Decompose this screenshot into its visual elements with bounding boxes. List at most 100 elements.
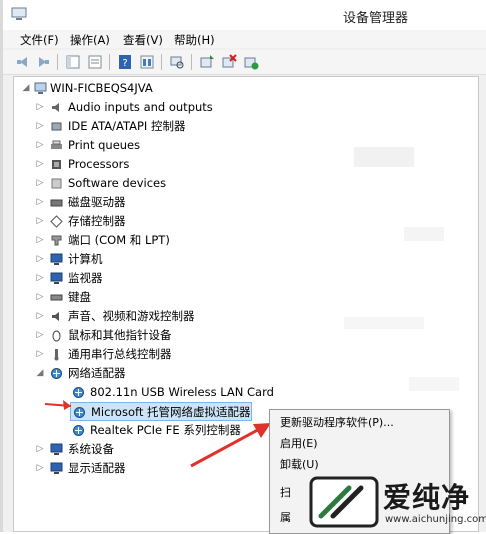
update-driver-icon[interactable]: [199, 54, 215, 70]
forward-icon[interactable]: [35, 54, 51, 70]
display-adapter-icon: [50, 462, 63, 474]
network-adapter-icon: [74, 407, 85, 418]
tree-category[interactable]: ▷ 磁盘驱动器: [36, 193, 296, 211]
tree-category-label: 存储控制器: [68, 214, 126, 228]
expand-arrow-icon[interactable]: ▷: [36, 269, 44, 287]
red-arrow-icon: [190, 423, 271, 468]
toolbar-separator: [191, 54, 192, 70]
expand-arrow-icon[interactable]: ▷: [36, 212, 44, 230]
expand-arrow-icon[interactable]: ▷: [36, 174, 44, 192]
tree-category-label: 磁盘驱动器: [68, 195, 126, 209]
background-ghost: [354, 147, 414, 167]
tree-category-label: 键盘: [68, 290, 91, 304]
tree-category[interactable]: ▷ 监视器: [36, 269, 296, 287]
network-device[interactable]: 802.11n USB Wireless LAN Card: [72, 383, 292, 401]
tree-category-label: 通用串行总线控制器: [68, 347, 172, 361]
menu-bar: 文件(F) 操作(A) 查看(V) 帮助(H): [3, 30, 486, 48]
background-ghost: [344, 317, 424, 329]
monitor-icon: [50, 272, 63, 284]
menu-action[interactable]: 操作(A): [70, 32, 110, 48]
expand-arrow-icon[interactable]: ▷: [36, 307, 44, 325]
expand-arrow-icon[interactable]: ▷: [36, 98, 44, 116]
tree-category[interactable]: ▷ Print queues: [36, 136, 296, 154]
port-icon: [51, 235, 62, 246]
expand-arrow-icon[interactable]: ▷: [36, 231, 44, 249]
expand-arrow-icon[interactable]: ▷: [36, 136, 44, 154]
tree-category[interactable]: ▷ 端口 (COM 和 LPT): [36, 231, 296, 249]
network-adapter-icon: [73, 387, 84, 398]
mouse-icon: [52, 330, 61, 342]
expand-arrow-icon[interactable]: ▷: [36, 326, 44, 344]
tree-category[interactable]: ▷ IDE ATA/ATAPI 控制器: [36, 117, 296, 135]
view-icon[interactable]: [139, 54, 155, 70]
context-update-driver[interactable]: 更新驱动程序软件(P)...: [280, 414, 394, 432]
tree-category[interactable]: ▷ 通用串行总线控制器: [36, 345, 296, 363]
network-adapter-icon: [73, 425, 84, 436]
toolbar-separator: [57, 54, 58, 70]
help-icon[interactable]: ?: [117, 54, 133, 70]
tree-category[interactable]: ▷ Audio inputs and outputs: [36, 98, 296, 116]
context-scan[interactable]: 扫: [280, 484, 291, 502]
network-device-label: 802.11n USB Wireless LAN Card: [90, 385, 274, 399]
expand-arrow-icon[interactable]: ▷: [36, 155, 44, 173]
background-ghost: [404, 227, 444, 241]
enable-device-icon[interactable]: [243, 54, 259, 70]
tree-category[interactable]: ▷ 键盘: [36, 288, 296, 306]
expand-arrow-icon[interactable]: ▷: [36, 440, 44, 458]
tree-category[interactable]: ▷ 鼠标和其他指针设备: [36, 326, 296, 344]
menu-help[interactable]: 帮助(H): [174, 32, 215, 48]
tree-category-label: 显示适配器: [68, 461, 126, 475]
disk-drive-icon: [50, 199, 63, 207]
storage-controller-icon: [50, 215, 63, 228]
tree-root[interactable]: ◢ WIN-FICBEQS4JVA: [22, 79, 222, 97]
ide-controller-icon: [51, 122, 62, 131]
computer-icon: [50, 253, 63, 265]
collapse-arrow-icon[interactable]: ◢: [36, 364, 44, 382]
tree-category[interactable]: ▷ 存储控制器: [36, 212, 296, 230]
window-title: 设备管理器: [343, 11, 409, 26]
menu-file[interactable]: 文件(F): [20, 32, 59, 48]
tree-category-label: 计算机: [68, 252, 103, 266]
tree-category-label: 网络适配器: [68, 366, 126, 380]
expand-arrow-icon[interactable]: ▷: [36, 193, 44, 211]
network-device-label: Microsoft 托管网络虚拟适配器: [91, 405, 251, 419]
uninstall-icon[interactable]: [221, 54, 237, 70]
tree-category[interactable]: ▷ 声音、视频和游戏控制器: [36, 307, 296, 325]
usb-icon: [54, 349, 59, 361]
keyboard-icon: [50, 294, 63, 301]
expand-arrow-icon[interactable]: ▷: [36, 250, 44, 268]
scan-hardware-icon[interactable]: [169, 54, 185, 70]
background-ghost: [409, 377, 459, 391]
tree-category[interactable]: ▷ Processors: [36, 155, 296, 173]
tree-category-label: 端口 (COM 和 LPT): [68, 233, 170, 247]
tree-category-label: Print queues: [68, 138, 141, 152]
watermark-logo: 爱纯净 www.aichunjing.com: [303, 470, 486, 532]
device-manager-app-icon: [11, 7, 27, 20]
tree-category[interactable]: ▷ 计算机: [36, 250, 296, 268]
properties-icon[interactable]: [87, 54, 103, 70]
toolbar: ?: [3, 50, 486, 75]
expand-arrow-icon[interactable]: ▷: [36, 117, 44, 135]
printer-icon: [51, 140, 62, 149]
back-icon[interactable]: [15, 54, 31, 70]
expand-arrow-icon[interactable]: ▷: [36, 459, 44, 477]
menu-view[interactable]: 查看(V): [123, 32, 163, 48]
network-device-selected[interactable]: Microsoft 托管网络虚拟适配器: [70, 402, 252, 421]
brand-logo-icon: [309, 476, 379, 528]
show-hide-tree-icon[interactable]: [65, 54, 81, 70]
tree-category-label: 监视器: [68, 271, 103, 285]
title-bar: 设备管理器: [3, 0, 486, 30]
tree-category-label: Audio inputs and outputs: [68, 100, 213, 114]
network-adapter-icon: [51, 368, 62, 379]
expand-arrow-icon[interactable]: ▷: [36, 288, 44, 306]
context-properties[interactable]: 属: [280, 509, 291, 527]
processor-icon: [52, 160, 61, 169]
tree-category[interactable]: ▷ Software devices: [36, 174, 296, 192]
tree-category-label: Software devices: [68, 176, 167, 190]
device-manager-window: 设备管理器 文件(F) 操作(A) 查看(V) 帮助(H) ? ◢ WIN-FI…: [0, 0, 486, 534]
computer-icon: [34, 82, 47, 94]
expand-arrow-icon[interactable]: ▷: [36, 345, 44, 363]
collapse-arrow-icon[interactable]: ◢: [22, 79, 30, 97]
context-enable[interactable]: 启用(E): [280, 435, 318, 453]
tree-category-expanded[interactable]: ◢ 网络适配器: [36, 364, 296, 382]
